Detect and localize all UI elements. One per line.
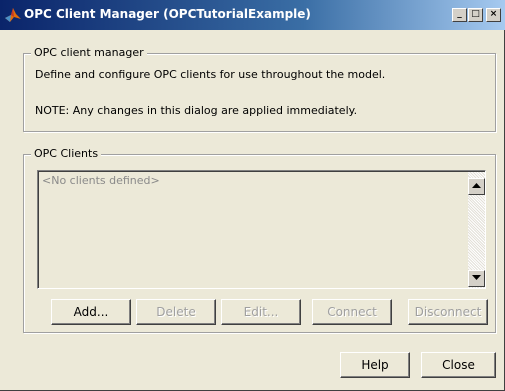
matlab-icon [4,6,22,24]
close-window-button[interactable]: × [486,8,501,22]
window-title: OPC Client Manager (OPCTutorialExample) [24,7,311,21]
manager-groupbox: OPC client manager Define and configure … [23,46,496,132]
title-bar[interactable]: OPC Client Manager (OPCTutorialExample) … [0,0,505,30]
listbox-frame: <No clients defined> [38,171,485,288]
scroll-down-button[interactable] [468,270,485,287]
scroll-up-button[interactable] [468,178,485,195]
clients-group-legend: OPC Clients [31,147,102,160]
list-item[interactable]: <No clients defined> [42,174,160,187]
opc-client-manager-dialog: OPC Client Manager (OPCTutorialExample) … [0,0,505,391]
clients-listbox[interactable]: <No clients defined> [37,170,486,289]
add-client-button[interactable]: Add... [51,299,131,325]
connect-client-button[interactable]: Connect [312,299,392,325]
delete-client-button[interactable]: Delete [136,299,216,325]
manager-group-legend: OPC client manager [31,46,147,59]
help-button[interactable]: Help [340,352,410,378]
maximize-button[interactable]: □ [468,8,483,22]
edit-client-button[interactable]: Edit... [221,299,301,325]
close-button[interactable]: Close [421,352,496,378]
disconnect-client-button[interactable]: Disconnect [408,299,488,325]
manager-note: NOTE: Any changes in this dialog are app… [35,104,358,117]
manager-description: Define and configure OPC clients for use… [35,68,386,81]
arrow-up-icon [472,183,481,188]
vertical-scrollbar[interactable] [468,172,485,288]
minimize-button[interactable]: _ [452,8,467,22]
arrow-down-icon [472,275,481,280]
